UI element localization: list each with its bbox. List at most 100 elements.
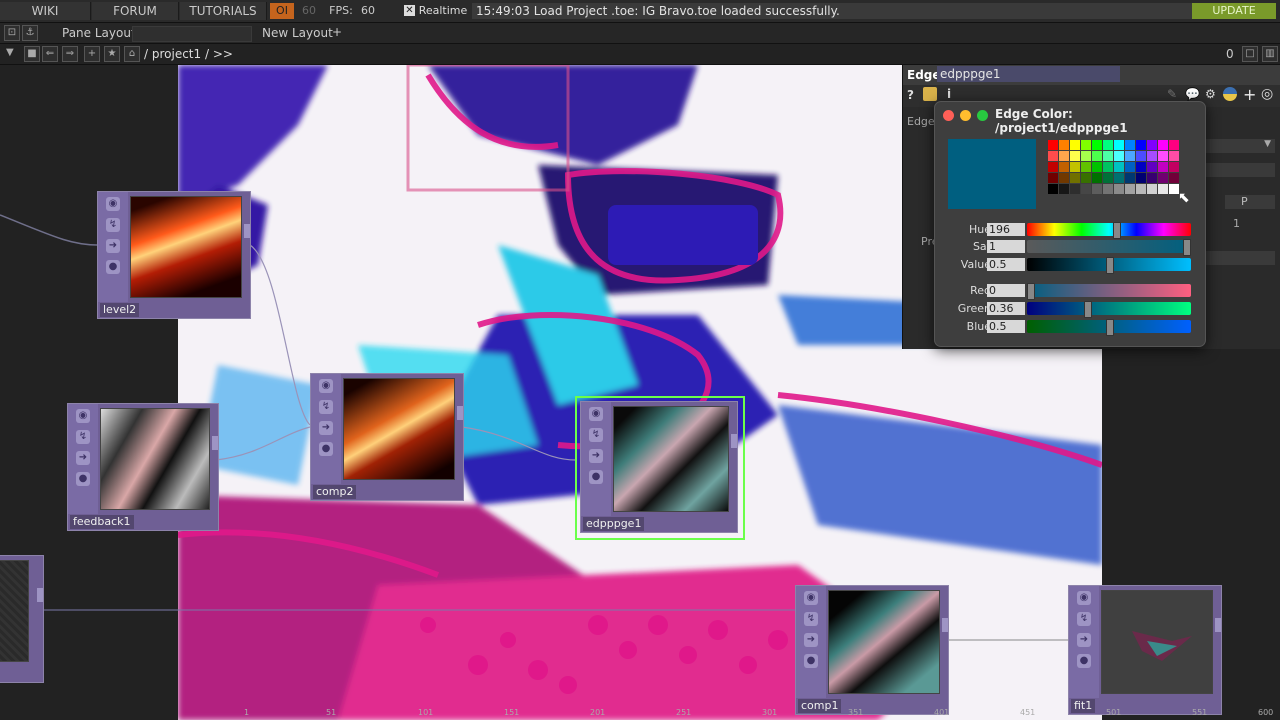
- hue-slider[interactable]: [1027, 222, 1191, 239]
- display-icon[interactable]: ➜: [804, 633, 818, 647]
- pane-layout-presets[interactable]: [132, 26, 252, 42]
- slider-handle[interactable]: [1084, 301, 1092, 318]
- palette-cell[interactable]: [1081, 162, 1091, 172]
- render-icon[interactable]: ●: [319, 442, 333, 456]
- tools-icon[interactable]: ⚙: [1205, 87, 1216, 101]
- param-dropdown-2[interactable]: [1205, 251, 1275, 265]
- palette-cell[interactable]: [1136, 140, 1146, 150]
- palette-cell[interactable]: [1136, 184, 1146, 194]
- palette-cell[interactable]: [1147, 184, 1157, 194]
- green-slider[interactable]: [1027, 301, 1191, 318]
- palette-cell[interactable]: [1048, 184, 1058, 194]
- value-slider[interactable]: [1027, 257, 1191, 274]
- home-icon[interactable]: ⌂: [124, 46, 140, 62]
- param-field[interactable]: [1205, 163, 1275, 177]
- bypass-icon[interactable]: ↯: [106, 218, 120, 232]
- hue-field[interactable]: 196: [987, 223, 1025, 236]
- node-partial-left[interactable]: [0, 555, 44, 683]
- viewer-icon[interactable]: ◉: [106, 197, 120, 211]
- output-connector[interactable]: [942, 618, 948, 632]
- palette-cell[interactable]: [1070, 184, 1080, 194]
- value-field[interactable]: 0.5: [987, 258, 1025, 271]
- display-icon[interactable]: ➜: [76, 451, 90, 465]
- palette-cell[interactable]: [1125, 162, 1135, 172]
- menu-forum[interactable]: FORUM: [92, 2, 179, 20]
- palette-cell[interactable]: [1081, 151, 1091, 161]
- palette-cell[interactable]: [1136, 173, 1146, 183]
- node-comp2[interactable]: ◉ ↯ ➜ ● comp2: [310, 373, 464, 501]
- palette-cell[interactable]: [1114, 162, 1124, 172]
- palette-cell[interactable]: [1136, 162, 1146, 172]
- star-icon[interactable]: ★: [104, 46, 120, 62]
- param-dropdown[interactable]: ▼: [1205, 139, 1275, 153]
- output-connector[interactable]: [37, 588, 43, 602]
- output-connector[interactable]: [731, 434, 737, 448]
- palette-cell[interactable]: [1103, 151, 1113, 161]
- bypass-icon[interactable]: ↯: [804, 612, 818, 626]
- menu-wiki[interactable]: WIKI: [0, 2, 91, 20]
- palette-cell[interactable]: [1147, 173, 1157, 183]
- node-fit1[interactable]: ◉ ↯ ➜ ● fit1: [1068, 585, 1222, 715]
- info-icon[interactable]: i: [947, 87, 951, 101]
- palette-cell[interactable]: [1070, 173, 1080, 183]
- blue-field[interactable]: 0.5: [987, 320, 1025, 333]
- palette-cell[interactable]: [1125, 184, 1135, 194]
- bypass-icon[interactable]: ↯: [76, 430, 90, 444]
- lock-icon[interactable]: [923, 87, 937, 101]
- slider-handle[interactable]: [1106, 257, 1114, 274]
- render-icon[interactable]: ●: [589, 470, 603, 484]
- palette-cell[interactable]: [1114, 140, 1124, 150]
- palette-cell[interactable]: [1147, 162, 1157, 172]
- green-field[interactable]: 0.36: [987, 302, 1025, 315]
- param-number[interactable]: 1: [1233, 217, 1240, 230]
- palette-cell[interactable]: [1092, 184, 1102, 194]
- node-edpppge1[interactable]: ◉ ↯ ➜ ● edpppge1: [580, 401, 738, 533]
- palette-cell[interactable]: [1158, 162, 1168, 172]
- menu-tutorials[interactable]: TUTORIALS: [180, 2, 267, 20]
- render-icon[interactable]: ●: [76, 472, 90, 486]
- render-icon[interactable]: ●: [1077, 654, 1091, 668]
- minimize-icon[interactable]: [960, 110, 971, 121]
- sat-field[interactable]: 1: [987, 240, 1025, 253]
- palette-cell[interactable]: [1048, 151, 1058, 161]
- param-p-dropdown[interactable]: P: [1225, 195, 1275, 209]
- zoom-icon[interactable]: [977, 110, 988, 121]
- palette-cell[interactable]: [1158, 173, 1168, 183]
- palette-cell[interactable]: [1103, 173, 1113, 183]
- slider-handle[interactable]: [1027, 283, 1035, 300]
- palette-cell[interactable]: [1158, 140, 1168, 150]
- add-icon[interactable]: +: [84, 46, 100, 62]
- palette-cell[interactable]: [1059, 151, 1069, 161]
- bypass-icon[interactable]: ↯: [589, 428, 603, 442]
- palette-cell[interactable]: [1081, 140, 1091, 150]
- palette-cell[interactable]: [1092, 162, 1102, 172]
- pencil-icon[interactable]: ✎: [1167, 87, 1177, 101]
- palette-cell[interactable]: [1136, 151, 1146, 161]
- python-icon[interactable]: [1223, 87, 1237, 101]
- display-icon[interactable]: ➜: [106, 239, 120, 253]
- stop-icon[interactable]: ■: [24, 46, 40, 62]
- help-icon[interactable]: ?: [907, 88, 914, 102]
- palette-cell[interactable]: [1092, 173, 1102, 183]
- palette-cell[interactable]: [1081, 173, 1091, 183]
- palette-cell[interactable]: [1070, 162, 1080, 172]
- palette-cell[interactable]: [1103, 162, 1113, 172]
- add-icon[interactable]: +: [1243, 85, 1256, 104]
- chevron-down-icon[interactable]: ▼: [6, 47, 14, 58]
- output-connector[interactable]: [244, 224, 250, 238]
- display-icon[interactable]: ➜: [319, 421, 333, 435]
- render-icon[interactable]: ●: [804, 654, 818, 668]
- comment-icon[interactable]: 💬: [1185, 87, 1200, 101]
- add-layout-icon[interactable]: +: [332, 25, 342, 39]
- output-connector[interactable]: [212, 436, 218, 450]
- node-feedback1[interactable]: ◉ ↯ ➜ ● feedback1: [67, 403, 219, 531]
- color-palette-grid[interactable]: [1048, 140, 1182, 196]
- palette-cell[interactable]: [1158, 184, 1168, 194]
- pane-ship-icon[interactable]: ⚓: [22, 25, 38, 41]
- output-connector[interactable]: [457, 406, 463, 420]
- update-button[interactable]: UPDATE: [1192, 3, 1276, 19]
- viewer-icon[interactable]: ◉: [1077, 591, 1091, 605]
- split-pane-icon[interactable]: ▥: [1262, 46, 1278, 62]
- target-icon[interactable]: ◎: [1261, 86, 1273, 102]
- bypass-icon[interactable]: ↯: [1077, 612, 1091, 626]
